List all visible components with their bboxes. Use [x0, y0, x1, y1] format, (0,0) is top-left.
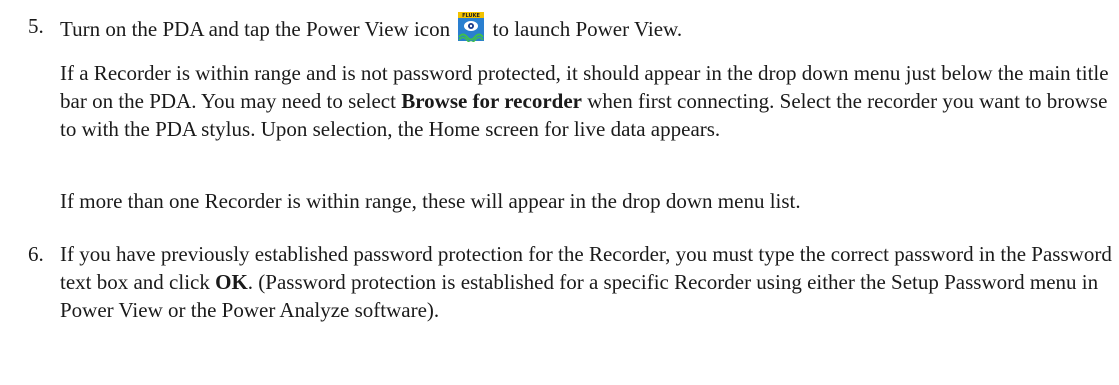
step-5-paragraph-3: If more than one Recorder is within rang… [60, 187, 1112, 215]
step-6-body: If you have previously established passw… [60, 240, 1112, 324]
step-5-text-before-icon: Turn on the PDA and tap the Power View i… [60, 17, 451, 41]
step-5-body: Turn on the PDA and tap the Power View i… [60, 12, 1112, 44]
step-5-paragraph-2: If a Recorder is within range and is not… [60, 59, 1112, 143]
step-5-para3-text: If more than one Recorder is within rang… [60, 189, 801, 213]
step-5-text-after-icon: to launch Power View. [492, 17, 683, 41]
ok-label: OK [215, 270, 248, 294]
step-number: 6. [28, 242, 44, 266]
browse-for-recorder-label: Browse for recorder [401, 89, 582, 113]
step-5-instruction: Turn on the PDA and tap the Power View i… [60, 12, 1112, 44]
step-number: 5. [28, 14, 44, 38]
power-view-icon: FLUKE [457, 12, 485, 44]
